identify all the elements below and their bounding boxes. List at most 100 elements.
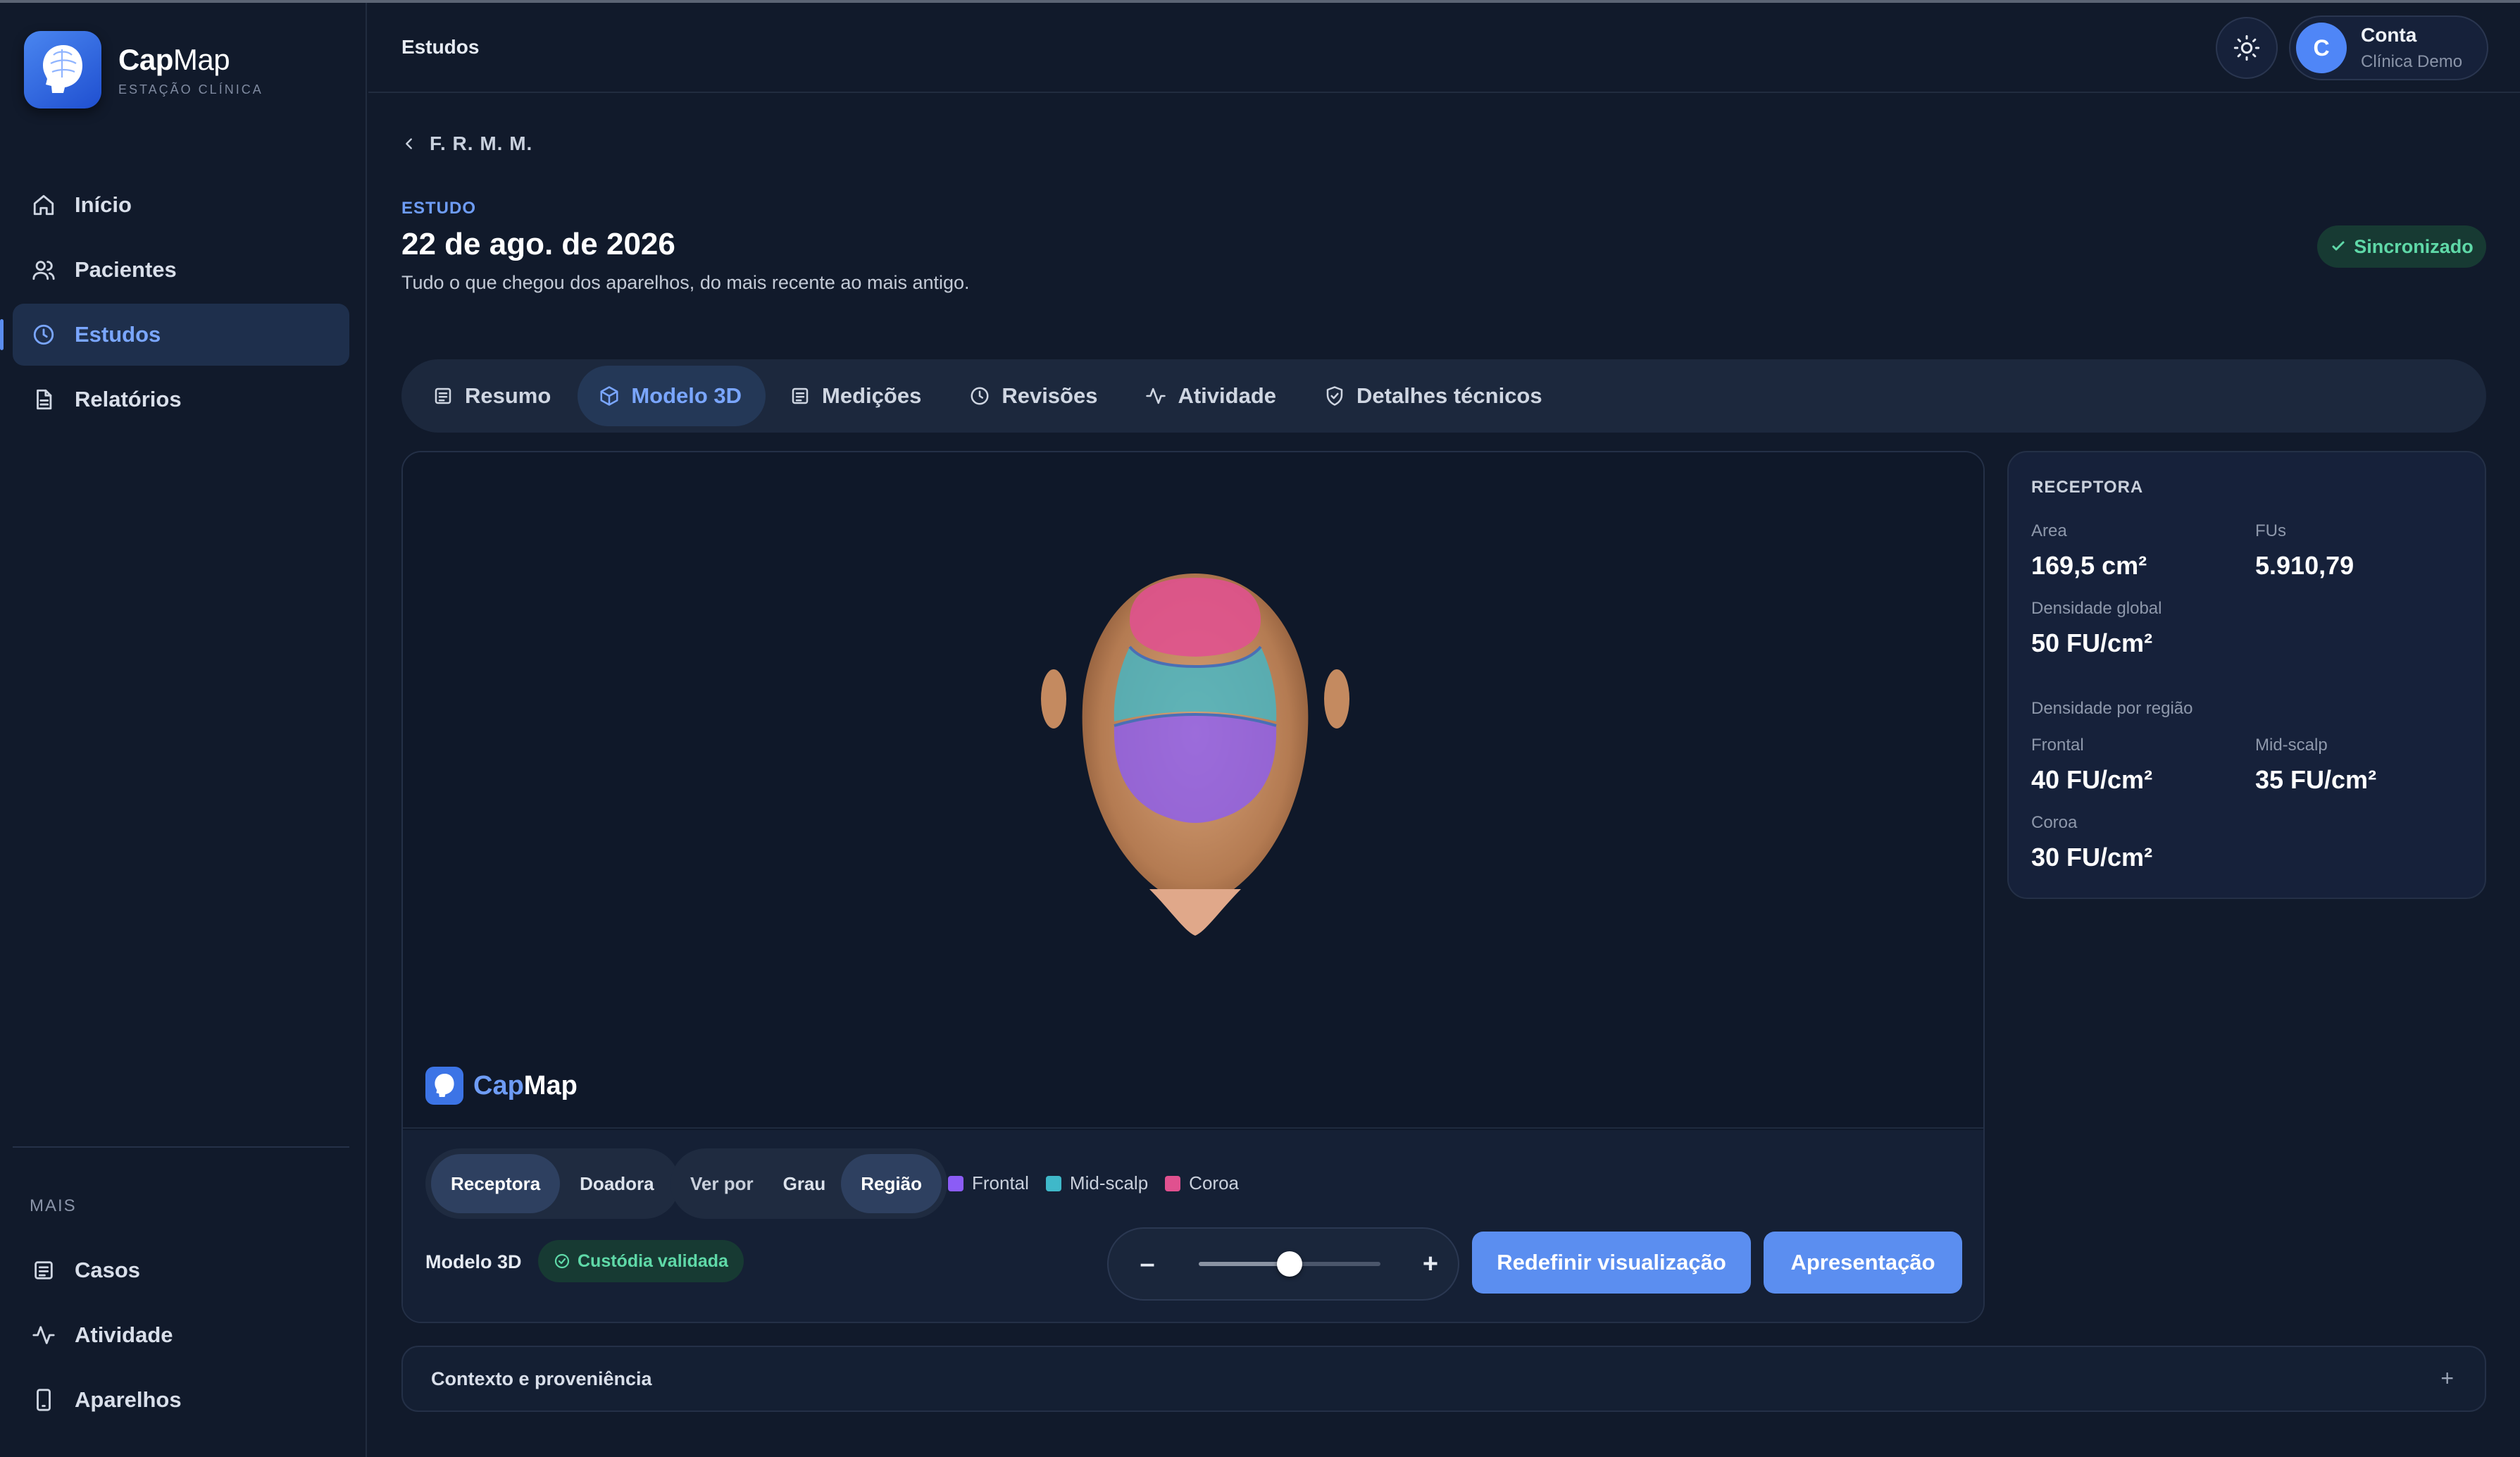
zoom-out-button[interactable]: – — [1120, 1236, 1175, 1292]
receptora-metrics-panel: RECEPTORA Area 169,5 cm² FUs 5.910,79 De… — [2007, 451, 2486, 899]
metric-fus: FUs 5.910,79 — [2255, 521, 2354, 581]
metric-label: FUs — [2255, 521, 2286, 540]
theme-toggle-button[interactable] — [2216, 17, 2278, 79]
shield-check-icon — [554, 1253, 570, 1270]
area-toggle: Receptora Doadora — [425, 1148, 680, 1219]
region-density-heading: Densidade por região — [2031, 699, 2193, 718]
clock-icon — [969, 385, 990, 407]
sidebar-item-relatorios[interactable]: Relatórios — [13, 368, 349, 430]
users-icon — [30, 256, 58, 284]
clock-icon — [30, 321, 58, 349]
doadora-toggle-button[interactable]: Doadora — [560, 1154, 673, 1213]
legend-label: Frontal — [972, 1172, 1029, 1194]
head-logo-icon — [24, 31, 101, 108]
zoom-slider[interactable] — [1199, 1251, 1380, 1277]
home-icon — [30, 191, 58, 219]
tab-label: Atividade — [1178, 383, 1276, 408]
metric-value: 40 FU/cm² — [2031, 765, 2153, 794]
check-icon — [2330, 238, 2347, 255]
brand[interactable]: CapMap ESTAÇÃO CLÍNICA — [24, 31, 263, 108]
account-menu-button[interactable]: C Conta Clínica Demo — [2289, 16, 2488, 80]
sidebar-item-label: Pacientes — [75, 257, 177, 282]
metric-area: Area 169,5 cm² — [2031, 521, 2147, 581]
receptora-toggle-button[interactable]: Receptora — [431, 1154, 561, 1213]
zoom-slider-handle[interactable] — [1277, 1251, 1302, 1277]
topbar: Estudos C Conta Clínica Demo — [368, 3, 2520, 93]
regiao-toggle-button[interactable]: Região — [841, 1154, 942, 1213]
cube-icon — [599, 385, 620, 407]
study-tabs: Resumo Modelo 3D Medições Revisões Ativi… — [401, 359, 2486, 433]
sidebar-item-label: Aparelhos — [75, 1387, 182, 1412]
tab-atividade[interactable]: Atividade — [1124, 366, 1300, 426]
sidebar: CapMap ESTAÇÃO CLÍNICA Início Pacientes … — [0, 3, 367, 1457]
legend-item-coroa: Coroa — [1165, 1172, 1239, 1194]
sidebar-item-atividade[interactable]: Atividade — [13, 1304, 349, 1366]
page-eyebrow: ESTUDO — [401, 199, 477, 218]
view-by-toggle: Ver por Grau Região — [670, 1148, 947, 1219]
document-icon — [30, 385, 58, 414]
smartphone-icon — [30, 1386, 58, 1414]
metric-value: 5.910,79 — [2255, 551, 2354, 580]
tab-revisoes[interactable]: Revisões — [948, 366, 1121, 426]
back-link[interactable]: F. R. M. M. — [401, 132, 532, 155]
metric-value: 169,5 cm² — [2031, 551, 2147, 580]
reset-view-button[interactable]: Redefinir visualização — [1472, 1232, 1751, 1294]
sidebar-more-nav: Casos Atividade Aparelhos — [13, 1239, 349, 1434]
capmap-watermark: CapMap — [425, 1067, 578, 1105]
tab-modelo-3d[interactable]: Modelo 3D — [578, 366, 766, 426]
activity-icon — [1145, 385, 1166, 407]
account-org: Clínica Demo — [2361, 52, 2463, 71]
zoom-in-button[interactable]: + — [1403, 1236, 1458, 1292]
tab-label: Revisões — [1002, 383, 1098, 408]
tab-detalhes-tecnicos[interactable]: Detalhes técnicos — [1303, 366, 1566, 426]
avatar: C — [2296, 23, 2347, 73]
presentation-button[interactable]: Apresentação — [1764, 1232, 1962, 1294]
viewer-controls: Receptora Doadora Ver por Grau Região Fr… — [403, 1130, 1983, 1322]
metric-density-global: Densidade global 50 FU/cm² — [2031, 599, 2162, 658]
list-icon — [790, 385, 811, 407]
legend-label: Coroa — [1189, 1172, 1239, 1194]
shield-icon — [1324, 385, 1345, 407]
sidebar-item-label: Atividade — [75, 1322, 173, 1347]
sidebar-divider — [13, 1146, 349, 1148]
sidebar-item-label: Casos — [75, 1258, 141, 1282]
sync-status-badge: Sincronizado — [2317, 225, 2486, 268]
3d-head-model[interactable] — [1037, 558, 1354, 956]
breadcrumb[interactable]: Estudos — [401, 36, 479, 58]
custody-badge-label: Custódia validada — [578, 1251, 728, 1271]
sidebar-item-inicio[interactable]: Início — [13, 174, 349, 236]
tab-label: Resumo — [465, 383, 551, 408]
sidebar-section-label: MAIS — [30, 1196, 77, 1215]
metric-label: Densidade global — [2031, 599, 2162, 618]
metric-value: 35 FU/cm² — [2255, 765, 2377, 794]
metric-coroa: Coroa 30 FU/cm² — [2031, 813, 2152, 872]
list-icon — [432, 385, 454, 407]
legend-item-frontal: Frontal — [948, 1172, 1029, 1194]
sidebar-item-pacientes[interactable]: Pacientes — [13, 239, 349, 301]
sidebar-item-aparelhos[interactable]: Aparelhos — [13, 1369, 349, 1431]
legend-swatch — [1165, 1175, 1181, 1191]
sync-status-label: Sincronizado — [2354, 235, 2474, 257]
metric-value: 50 FU/cm² — [2031, 628, 2153, 657]
model-label: Modelo 3D — [425, 1251, 522, 1272]
page-subtitle: Tudo o que chegou dos aparelhos, do mais… — [401, 272, 970, 293]
grau-toggle-button[interactable]: Grau — [768, 1154, 842, 1213]
brand-subtitle: ESTAÇÃO CLÍNICA — [118, 82, 263, 97]
context-provenance-accordion[interactable]: Contexto e proveniência + — [401, 1346, 2486, 1412]
sidebar-item-casos[interactable]: Casos — [13, 1239, 349, 1301]
tab-resumo[interactable]: Resumo — [411, 366, 575, 426]
3d-canvas[interactable]: CapMap — [403, 452, 1983, 1129]
expand-icon[interactable]: + — [2440, 1365, 2454, 1391]
tab-medicoes[interactable]: Medições — [768, 366, 945, 426]
metric-label: Coroa — [2031, 813, 2078, 832]
custody-badge: Custódia validada — [538, 1240, 744, 1282]
metric-label: Frontal — [2031, 736, 2084, 755]
sidebar-item-estudos[interactable]: Estudos — [0, 304, 349, 366]
zoom-slider-fill — [1199, 1262, 1290, 1266]
legend-swatch — [948, 1175, 963, 1191]
list-icon — [30, 1256, 58, 1284]
metric-label: Mid-scalp — [2255, 736, 2328, 755]
tab-label: Modelo 3D — [631, 383, 742, 408]
view-by-label: Ver por — [690, 1172, 754, 1194]
model-viewer-card: CapMap Receptora Doadora Ver por Grau Re… — [401, 451, 1985, 1323]
